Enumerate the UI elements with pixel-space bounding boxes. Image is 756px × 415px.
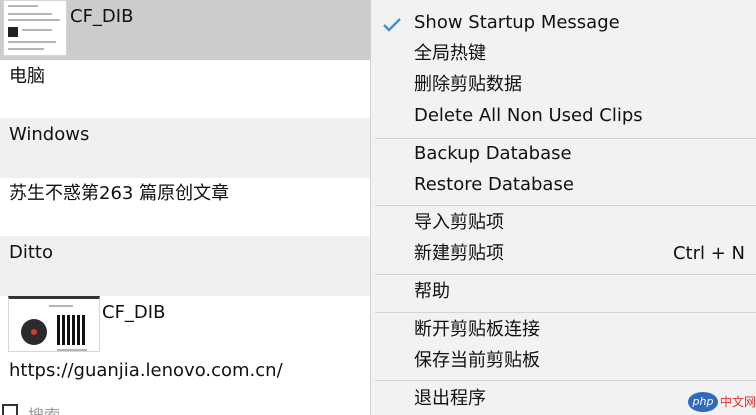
menu-item-label: 断开剪贴板连接 [414, 319, 540, 340]
menu-item-restore-database[interactable]: Restore Database [371, 170, 756, 201]
menu-item-label: 导入剪贴项 [414, 212, 504, 233]
menu-item-disconnect-clipboard[interactable]: 断开剪贴板连接 [371, 315, 756, 346]
menu-item-label: 新建剪贴项 [414, 243, 504, 264]
clip-item[interactable]: Ditto [0, 236, 370, 296]
clip-item-text: 电脑 [9, 66, 45, 87]
menu-item-save-current-clipboard[interactable]: 保存当前剪贴板 [371, 346, 756, 377]
clip-item-text: https://guanjia.lenovo.com.cn/ [9, 360, 283, 381]
menu-item-label: 全局热键 [414, 43, 486, 64]
menu-item-backup-database[interactable]: Backup Database [371, 139, 756, 170]
clip-item-text: Ditto [9, 242, 53, 263]
menu-item-label: Backup Database [414, 143, 572, 164]
clip-list[interactable]: CF_DIB 电脑 Windows 苏生不惑第263 篇原创文章 Ditto C… [0, 0, 370, 415]
clip-item-image-selected[interactable]: CF_DIB [0, 0, 370, 60]
watermark-logo: php 中文网 [688, 391, 756, 413]
menu-item-label: 删除剪贴数据 [414, 74, 522, 95]
menu-item-label: Delete All Non Used Clips [414, 105, 643, 126]
watermark-badge: php [688, 392, 718, 412]
menu-item-label: 退出程序 [414, 388, 486, 409]
menu-separator [375, 380, 756, 381]
clip-item[interactable]: 苏生不惑第263 篇原创文章 [0, 178, 370, 236]
menu-item-delete-all-non-used-clips[interactable]: Delete All Non Used Clips [371, 101, 756, 132]
clip-thumbnail-image [3, 0, 67, 56]
menu-item-help[interactable]: 帮助 [371, 277, 756, 308]
clip-thumbnail-image [8, 296, 100, 352]
menu-item-import-clips[interactable]: 导入剪贴项 [371, 208, 756, 239]
menu-item-new-clip[interactable]: 新建剪贴项 Ctrl + N [371, 239, 756, 270]
menu-item-label: 帮助 [414, 281, 450, 302]
search-checkbox[interactable] [2, 404, 18, 415]
qr-code-icon [57, 315, 87, 345]
clip-item[interactable]: 电脑 [0, 60, 370, 118]
clip-item-label: CF_DIB [70, 6, 134, 27]
context-menu[interactable]: Show Startup Message 全局热键 删除剪贴数据 Delete … [370, 0, 756, 415]
search-label: 搜索 [28, 402, 60, 415]
clip-item-text: 苏生不惑第263 篇原创文章 [9, 183, 230, 204]
clip-item-label: CF_DIB [102, 302, 166, 323]
clip-item-text: Windows [9, 124, 90, 145]
menu-item-label: 保存当前剪贴板 [414, 350, 540, 371]
menu-item-global-hotkeys[interactable]: 全局热键 [371, 39, 756, 70]
clip-item[interactable]: https://guanjia.lenovo.com.cn/ [0, 354, 370, 398]
menu-separator [375, 205, 756, 206]
menu-item-label: Restore Database [414, 174, 574, 195]
clip-item-image[interactable]: CF_DIB [0, 296, 370, 354]
menu-item-delete-clip-data[interactable]: 删除剪贴数据 [371, 70, 756, 101]
menu-item-shortcut: Ctrl + N [672, 243, 745, 264]
clip-item[interactable]: Windows [0, 118, 370, 178]
menu-separator [375, 312, 756, 313]
watermark-text: 中文网 [720, 395, 756, 409]
check-icon [383, 18, 401, 32]
menu-separator [375, 274, 756, 275]
menu-item-label: Show Startup Message [414, 12, 620, 33]
menu-item-show-startup-message[interactable]: Show Startup Message [371, 8, 756, 39]
